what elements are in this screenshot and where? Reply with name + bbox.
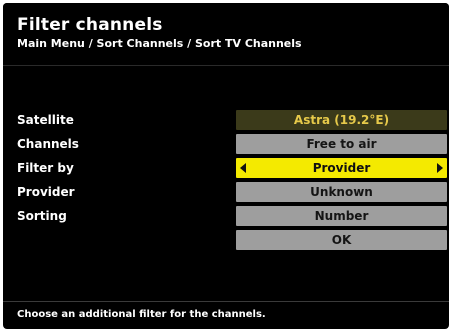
channels-label: Channels [17,137,79,151]
satellite-label: Satellite [17,113,74,127]
page-title: Filter channels [17,15,163,35]
channels-value: Free to air [306,137,377,151]
filter-by-selector[interactable]: Provider [236,158,447,178]
provider-selector[interactable]: Unknown [236,182,447,202]
header-divider [3,65,449,66]
help-text: Choose an additional filter for the chan… [17,309,266,320]
sorting-label: Sorting [17,209,67,223]
satellite-value: Astra (19.2°E) [293,113,390,127]
ok-button[interactable]: OK [236,230,447,250]
filter-channels-screen: Filter channels Main Menu / Sort Channel… [3,3,449,329]
satellite-selector[interactable]: Astra (19.2°E) [236,110,447,130]
arrow-left-icon[interactable] [240,163,246,173]
arrow-right-icon[interactable] [437,163,443,173]
provider-value: Unknown [310,185,373,199]
ok-label: OK [331,233,352,247]
sorting-selector[interactable]: Number [236,206,447,226]
breadcrumb: Main Menu / Sort Channels / Sort TV Chan… [17,37,302,50]
sorting-value: Number [314,209,369,223]
header: Filter channels Main Menu / Sort Channel… [3,3,449,65]
filter-by-value: Provider [312,161,371,175]
provider-label: Provider [17,185,75,199]
filter-by-label: Filter by [17,161,74,175]
channels-selector[interactable]: Free to air [236,134,447,154]
footer-divider [3,301,449,302]
